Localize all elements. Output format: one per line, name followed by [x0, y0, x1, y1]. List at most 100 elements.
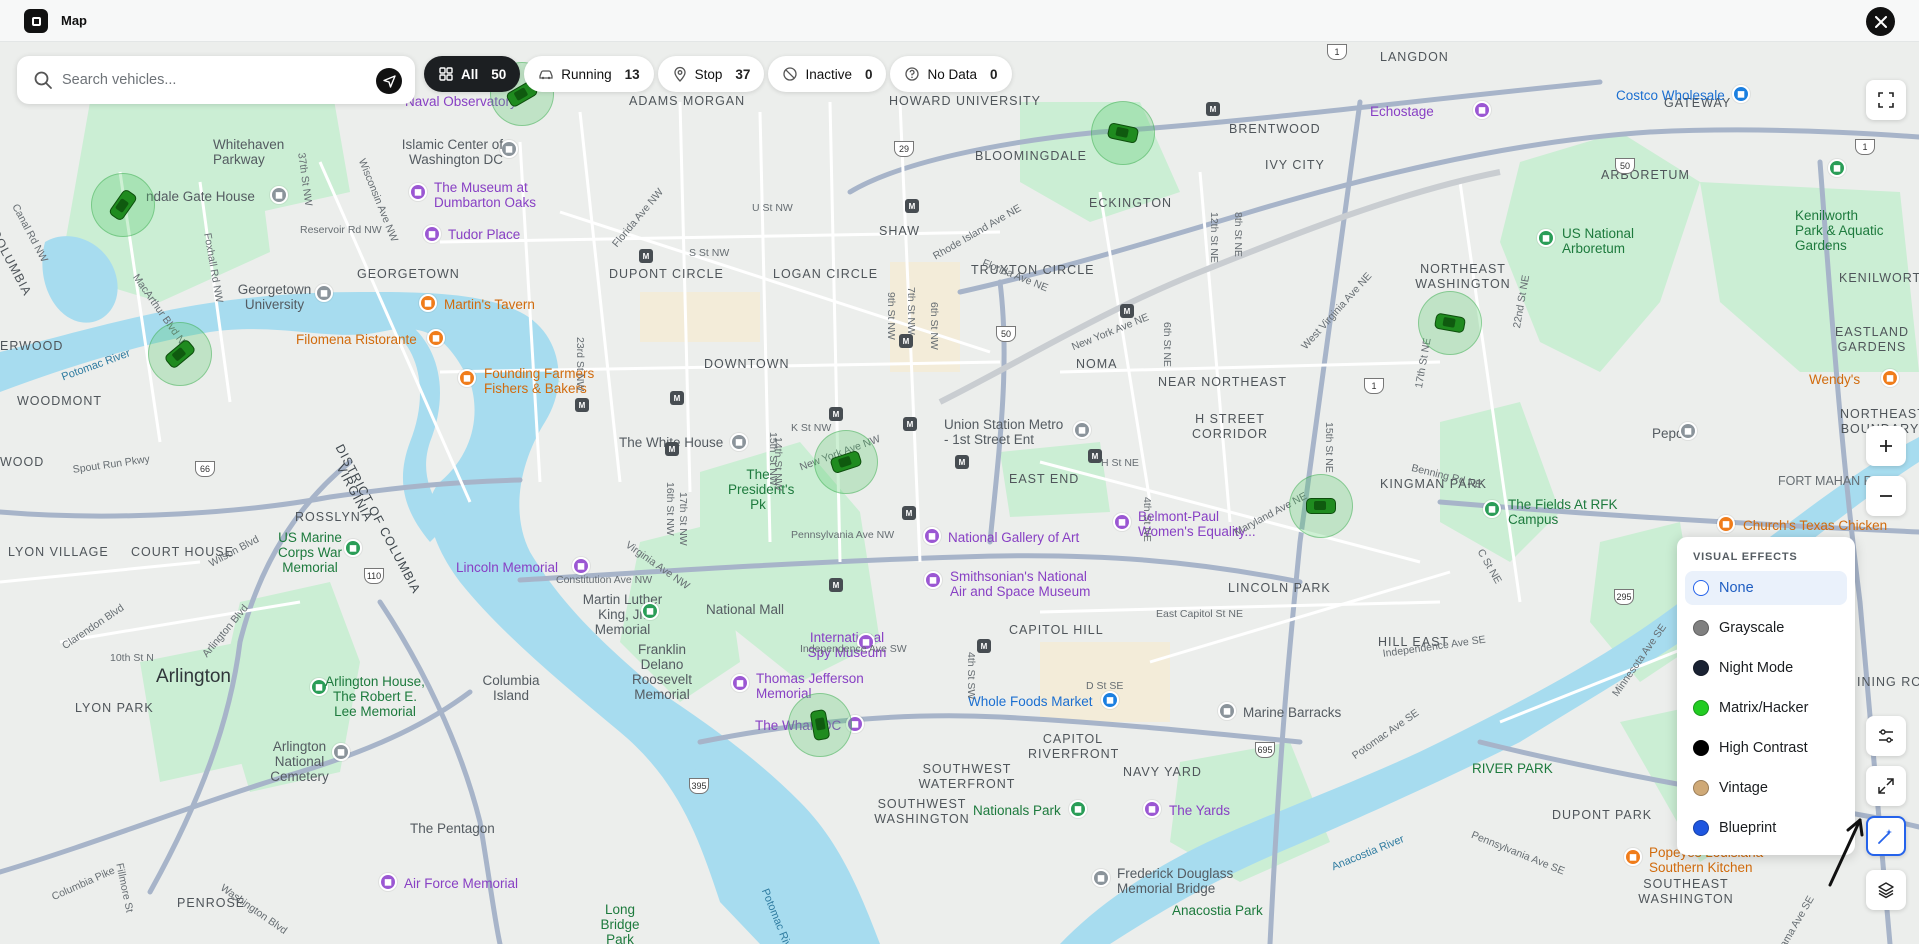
poi-pin-kenilworth[interactable]: ◼ — [1828, 159, 1846, 177]
route-shield-icon: 395 — [689, 778, 709, 794]
poi-pin-union-station[interactable]: ◼ — [1073, 421, 1091, 439]
poi-pin-founding-farmers[interactable]: ◼ — [458, 369, 476, 387]
poi-fdr-memorial: Franklin Delano Roosevelt Memorial — [631, 642, 693, 702]
street-label: 4th St SW — [965, 652, 977, 700]
map-label-downtown: DOWNTOWN — [704, 357, 790, 371]
filter-label: Stop — [694, 66, 723, 82]
vehicle-marker[interactable] — [1091, 101, 1155, 165]
poi-pin-us-marine[interactable]: ◼ — [344, 539, 362, 557]
map-label-shaw: SHAW — [879, 224, 921, 238]
street-label: 4th St NE — [1141, 497, 1153, 542]
poi-smithsonian-air: Smithsonian's National Air and Space Mus… — [950, 569, 1091, 599]
zoom-out-button[interactable] — [1866, 476, 1906, 516]
effect-option-high-contrast[interactable]: High Contrast — [1685, 731, 1847, 765]
poi-long-bridge-park: Long Bridge Park — [600, 902, 640, 944]
poi-pin-glover-house[interactable]: ◼ — [270, 186, 288, 204]
poi-national-mall: National Mall — [706, 602, 785, 617]
filter-all[interactable]: All 50 — [424, 56, 521, 92]
poi-glover-house: ndale Gate House — [146, 189, 255, 204]
car-icon — [107, 188, 139, 222]
poi-pin-pepco[interactable]: ◼ — [1679, 422, 1697, 440]
filter-count: 37 — [735, 66, 751, 82]
poi-pin-nationals-park[interactable]: ◼ — [1069, 800, 1087, 818]
visual-effects-panel: VISUAL EFFECTS None Grayscale Night Mode… — [1677, 537, 1855, 855]
poi-pin-lincoln-memorial[interactable]: ◼ — [572, 557, 590, 575]
vehicle-marker[interactable] — [148, 322, 212, 386]
minus-icon — [1880, 495, 1892, 497]
layers-button[interactable] — [1866, 870, 1906, 910]
street-label: Constitution Ave NW — [556, 574, 653, 586]
effect-option-grayscale[interactable]: Grayscale — [1685, 611, 1847, 645]
zoom-in-button[interactable] — [1866, 426, 1906, 466]
poi-pin-white-house[interactable]: ◼ — [730, 433, 748, 451]
poi-pin-marine-barracks[interactable]: ◼ — [1218, 702, 1236, 720]
status-filter-bar: All 50 Running 13 Stop 37 Inactive 0 No Data… — [424, 56, 1012, 92]
poi-pin-whole-foods[interactable]: ◼ — [1101, 691, 1119, 709]
poi-pin-martins-tavern[interactable]: ◼ — [419, 294, 437, 312]
poi-frederick-douglass: Frederick Douglass Memorial Bridge — [1117, 866, 1234, 896]
poi-pin-the-yards[interactable]: ◼ — [1143, 800, 1161, 818]
effect-swatch — [1693, 620, 1709, 636]
map-label-dupont-park: DUPONT PARK — [1552, 808, 1653, 822]
vehicle-marker[interactable] — [1289, 474, 1353, 538]
poi-pin-jefferson-memorial[interactable]: ◼ — [731, 674, 749, 692]
map-canvas[interactable]: ADAMS MORGAN HOWARD UNIVERSITY LANGDON G… — [0, 42, 1919, 944]
effect-option-matrix-hacker[interactable]: Matrix/Hacker — [1685, 691, 1847, 725]
filters-button[interactable] — [1866, 716, 1906, 756]
filter-no-data[interactable]: No Data 0 — [890, 56, 1012, 92]
poi-pin-echostage[interactable]: ◼ — [1473, 101, 1491, 119]
route-shield-icon: 1 — [1364, 378, 1384, 394]
poi-pin-popeyes[interactable]: ◼ — [1624, 848, 1642, 866]
poi-filomena: Filomena Ristorante — [296, 332, 417, 347]
visual-effects-button[interactable] — [1866, 816, 1906, 856]
poi-pin-churchs[interactable]: ◼ — [1717, 515, 1735, 533]
poi-columbia-island: Columbia Island — [482, 673, 540, 703]
effect-label: Night Mode — [1719, 660, 1794, 676]
expand-button[interactable] — [1866, 766, 1906, 806]
poi-pin-smithsonian-air[interactable]: ◼ — [924, 571, 942, 589]
vehicle-marker[interactable] — [814, 430, 878, 494]
poi-pin-national-gallery[interactable]: ◼ — [923, 527, 941, 545]
poi-pin-tudor-place[interactable]: ◼ — [423, 225, 441, 243]
effect-option-night-mode[interactable]: Night Mode — [1685, 651, 1847, 685]
effect-option-none[interactable]: None — [1685, 571, 1847, 605]
locate-button[interactable] — [376, 68, 402, 94]
fullscreen-button[interactable] — [1866, 80, 1906, 120]
map-pin-icon — [673, 66, 686, 82]
vehicle-marker[interactable] — [1418, 291, 1482, 355]
effect-option-vintage[interactable]: Vintage — [1685, 771, 1847, 805]
map-label-dupont-circle: DUPONT CIRCLE — [609, 267, 724, 281]
map-label-near-northeast: NEAR NORTHEAST — [1158, 375, 1288, 389]
help-circle-icon — [905, 67, 920, 81]
poi-pin-mlk-memorial[interactable]: ◼ — [641, 602, 659, 620]
close-button[interactable] — [1866, 7, 1895, 36]
poi-pin-arlington-cemetery[interactable]: ◼ — [332, 743, 350, 761]
street-label: 17th St NW — [677, 492, 689, 546]
poi-pin-belmont-paul[interactable]: ◼ — [1113, 513, 1131, 531]
poi-pin-fields-rfk[interactable]: ◼ — [1483, 500, 1501, 518]
poi-pin-filomena[interactable]: ◼ — [427, 329, 445, 347]
filter-stop[interactable]: Stop 37 — [657, 56, 765, 92]
vehicle-marker[interactable] — [788, 693, 852, 757]
app-header: Map — [0, 0, 1919, 42]
street-label: 10th St N — [110, 652, 154, 664]
poi-pin-frederick-douglass[interactable]: ◼ — [1092, 869, 1110, 887]
metro-icon: M — [905, 199, 919, 213]
visual-effects-title: VISUAL EFFECTS — [1693, 551, 1798, 563]
layers-icon — [1878, 882, 1894, 899]
filter-inactive[interactable]: Inactive 0 — [768, 56, 887, 92]
poi-pin-costco[interactable]: ◼ — [1732, 85, 1750, 103]
route-shield-icon: 66 — [195, 461, 215, 477]
effect-label: Grayscale — [1719, 620, 1785, 636]
poi-pin-georgetown-univ[interactable]: ◼ — [315, 284, 333, 302]
metro-icon: M — [575, 398, 589, 412]
filter-running[interactable]: Running 13 — [524, 56, 654, 92]
poi-pin-us-arboretum[interactable]: ◼ — [1537, 229, 1555, 247]
grid-icon — [439, 67, 453, 81]
vehicle-marker[interactable] — [91, 173, 155, 237]
poi-pin-air-force-memorial[interactable]: ◼ — [379, 873, 397, 891]
poi-pin-museum-dumbarton[interactable]: ◼ — [409, 183, 427, 201]
map-label-noma: NOMA — [1076, 357, 1118, 371]
poi-pin-wendys[interactable]: ◼ — [1881, 369, 1899, 387]
search-input[interactable] — [62, 68, 362, 92]
